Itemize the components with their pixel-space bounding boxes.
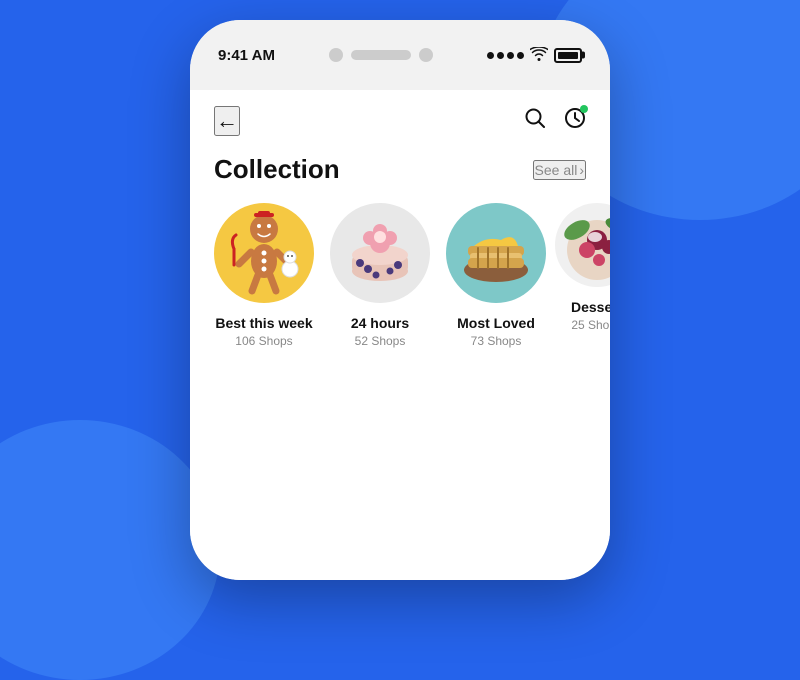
signal-dot-1 xyxy=(487,52,494,59)
phone-frame: 9:41 AM xyxy=(190,20,610,580)
card-image-24-hours xyxy=(330,203,430,303)
card-shops-best-this-week: 106 Shops xyxy=(235,334,292,348)
cards-row: Best this week 106 Shops xyxy=(190,203,610,348)
notch-bar: 9:41 AM xyxy=(190,20,610,90)
card-label-dessert: Dessert xyxy=(571,299,610,315)
notch-pill xyxy=(351,50,411,60)
card-image-most-loved xyxy=(446,203,546,303)
notch-circle-right xyxy=(419,48,433,62)
battery-icon xyxy=(554,48,582,63)
notch-center xyxy=(329,48,433,62)
battery-fill xyxy=(558,52,578,59)
sandwich-image xyxy=(446,203,546,303)
nav-right xyxy=(524,107,586,135)
flower-cake-image xyxy=(330,203,430,303)
signal-dot-3 xyxy=(507,52,514,59)
card-best-this-week[interactable]: Best this week 106 Shops xyxy=(206,203,322,348)
collection-header: Collection See all › xyxy=(190,144,610,203)
card-shops-dessert: 25 Shops xyxy=(571,318,610,332)
back-button[interactable]: ← xyxy=(214,106,240,136)
status-icons xyxy=(487,47,582,64)
card-shops-24-hours: 52 Shops xyxy=(355,334,406,348)
card-shops-most-loved: 73 Shops xyxy=(471,334,522,348)
wifi-icon xyxy=(530,47,548,64)
card-label-24-hours: 24 hours xyxy=(351,315,409,331)
see-all-label: See all xyxy=(535,162,578,178)
signal-dot-2 xyxy=(497,52,504,59)
dessert-image xyxy=(555,203,610,287)
card-24-hours[interactable]: 24 hours 52 Shops xyxy=(322,203,438,348)
card-label-best-this-week: Best this week xyxy=(215,315,312,331)
signal-dots xyxy=(487,52,524,59)
chevron-right-icon: › xyxy=(579,162,584,178)
signal-dot-4 xyxy=(517,52,524,59)
card-label-most-loved: Most Loved xyxy=(457,315,535,331)
status-time: 9:41 AM xyxy=(218,47,275,64)
top-nav: ← xyxy=(190,90,610,144)
phone-screen: ← Collection xyxy=(190,90,610,580)
gingerbread-image xyxy=(214,203,314,303)
notification-dot xyxy=(580,105,588,113)
history-icon[interactable] xyxy=(564,107,586,135)
collection-title: Collection xyxy=(214,154,340,185)
card-image-dessert xyxy=(555,203,610,287)
card-dessert[interactable]: Dessert 25 Shops xyxy=(554,203,610,348)
notch-circle-left xyxy=(329,48,343,62)
search-icon[interactable] xyxy=(524,107,546,135)
see-all-button[interactable]: See all › xyxy=(533,160,586,180)
card-most-loved[interactable]: Most Loved 73 Shops xyxy=(438,203,554,348)
bg-blob-bottom-left xyxy=(0,420,220,680)
card-image-best-this-week xyxy=(214,203,314,303)
